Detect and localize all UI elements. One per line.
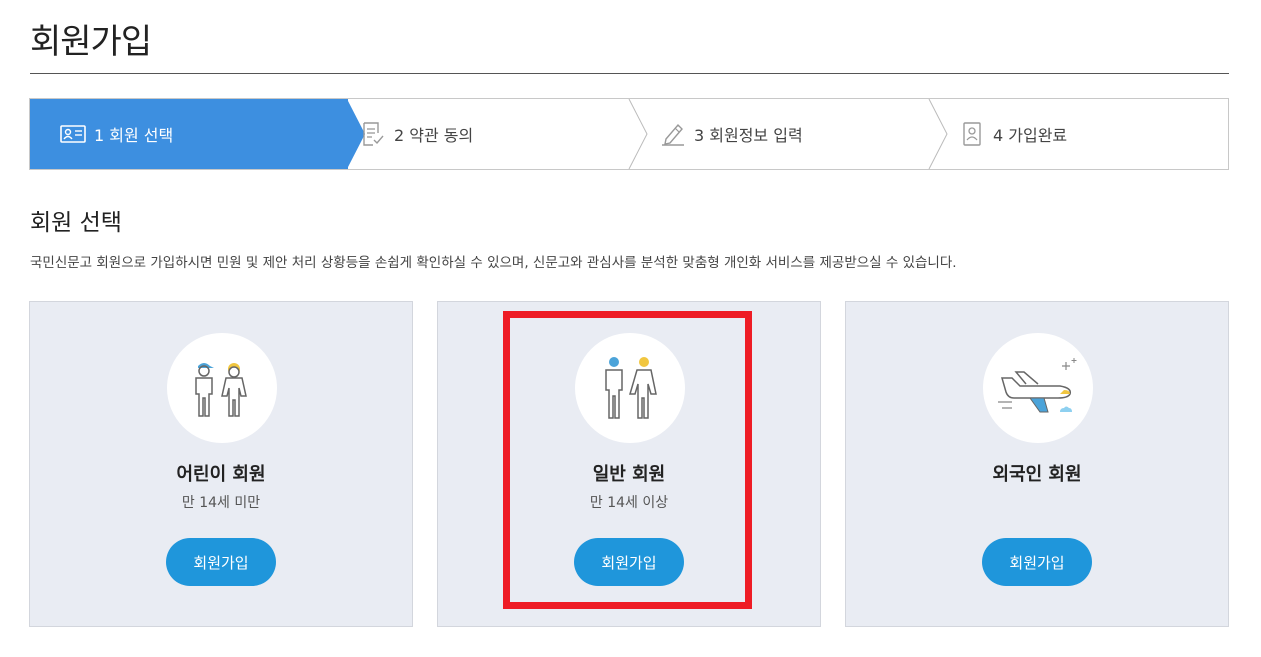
child-member-card: 어린이 회원 만 14세 미만 회원가입 <box>29 301 413 627</box>
step-separator <box>928 99 948 169</box>
step-label: 2 약관 동의 <box>394 126 474 145</box>
step-info-input: 3 회원정보 입력 <box>660 99 803 169</box>
section-description: 국민신문고 회원으로 가입하시면 민원 및 제안 처리 상황등을 손쉽게 확인하… <box>30 255 957 271</box>
foreign-signup-button[interactable]: 회원가입 <box>982 538 1092 586</box>
id-badge-icon <box>959 121 985 147</box>
card-title: 외국인 회원 <box>992 464 1082 485</box>
step-separator <box>628 99 648 169</box>
child-signup-button[interactable]: 회원가입 <box>166 538 276 586</box>
card-subtitle: 만 14세 미만 <box>181 495 261 511</box>
step-member-select: 1 회원 선택 <box>60 99 173 169</box>
step-label: 4 가입완료 <box>993 126 1068 145</box>
pencil-write-icon <box>660 121 686 147</box>
card-title: 어린이 회원 <box>176 464 266 485</box>
highlight-box <box>503 311 752 609</box>
children-icon <box>167 333 277 443</box>
airplane-icon <box>983 333 1093 443</box>
step-complete: 4 가입완료 <box>959 99 1067 169</box>
step-terms-agree: 2 약관 동의 <box>360 99 473 169</box>
signup-steps: 1 회원 선택 2 약관 동의 3 회원정보 입력 4 가입완료 <box>29 98 1229 170</box>
foreign-member-card: 외국인 회원 회원가입 <box>845 301 1229 627</box>
member-card-icon <box>60 121 86 147</box>
page-title: 회원가입 <box>30 22 152 62</box>
step-label: 3 회원정보 입력 <box>694 126 803 145</box>
step-label: 1 회원 선택 <box>94 126 174 145</box>
document-check-icon <box>360 121 386 147</box>
section-title: 회원 선택 <box>30 210 122 236</box>
title-divider <box>30 73 1229 74</box>
